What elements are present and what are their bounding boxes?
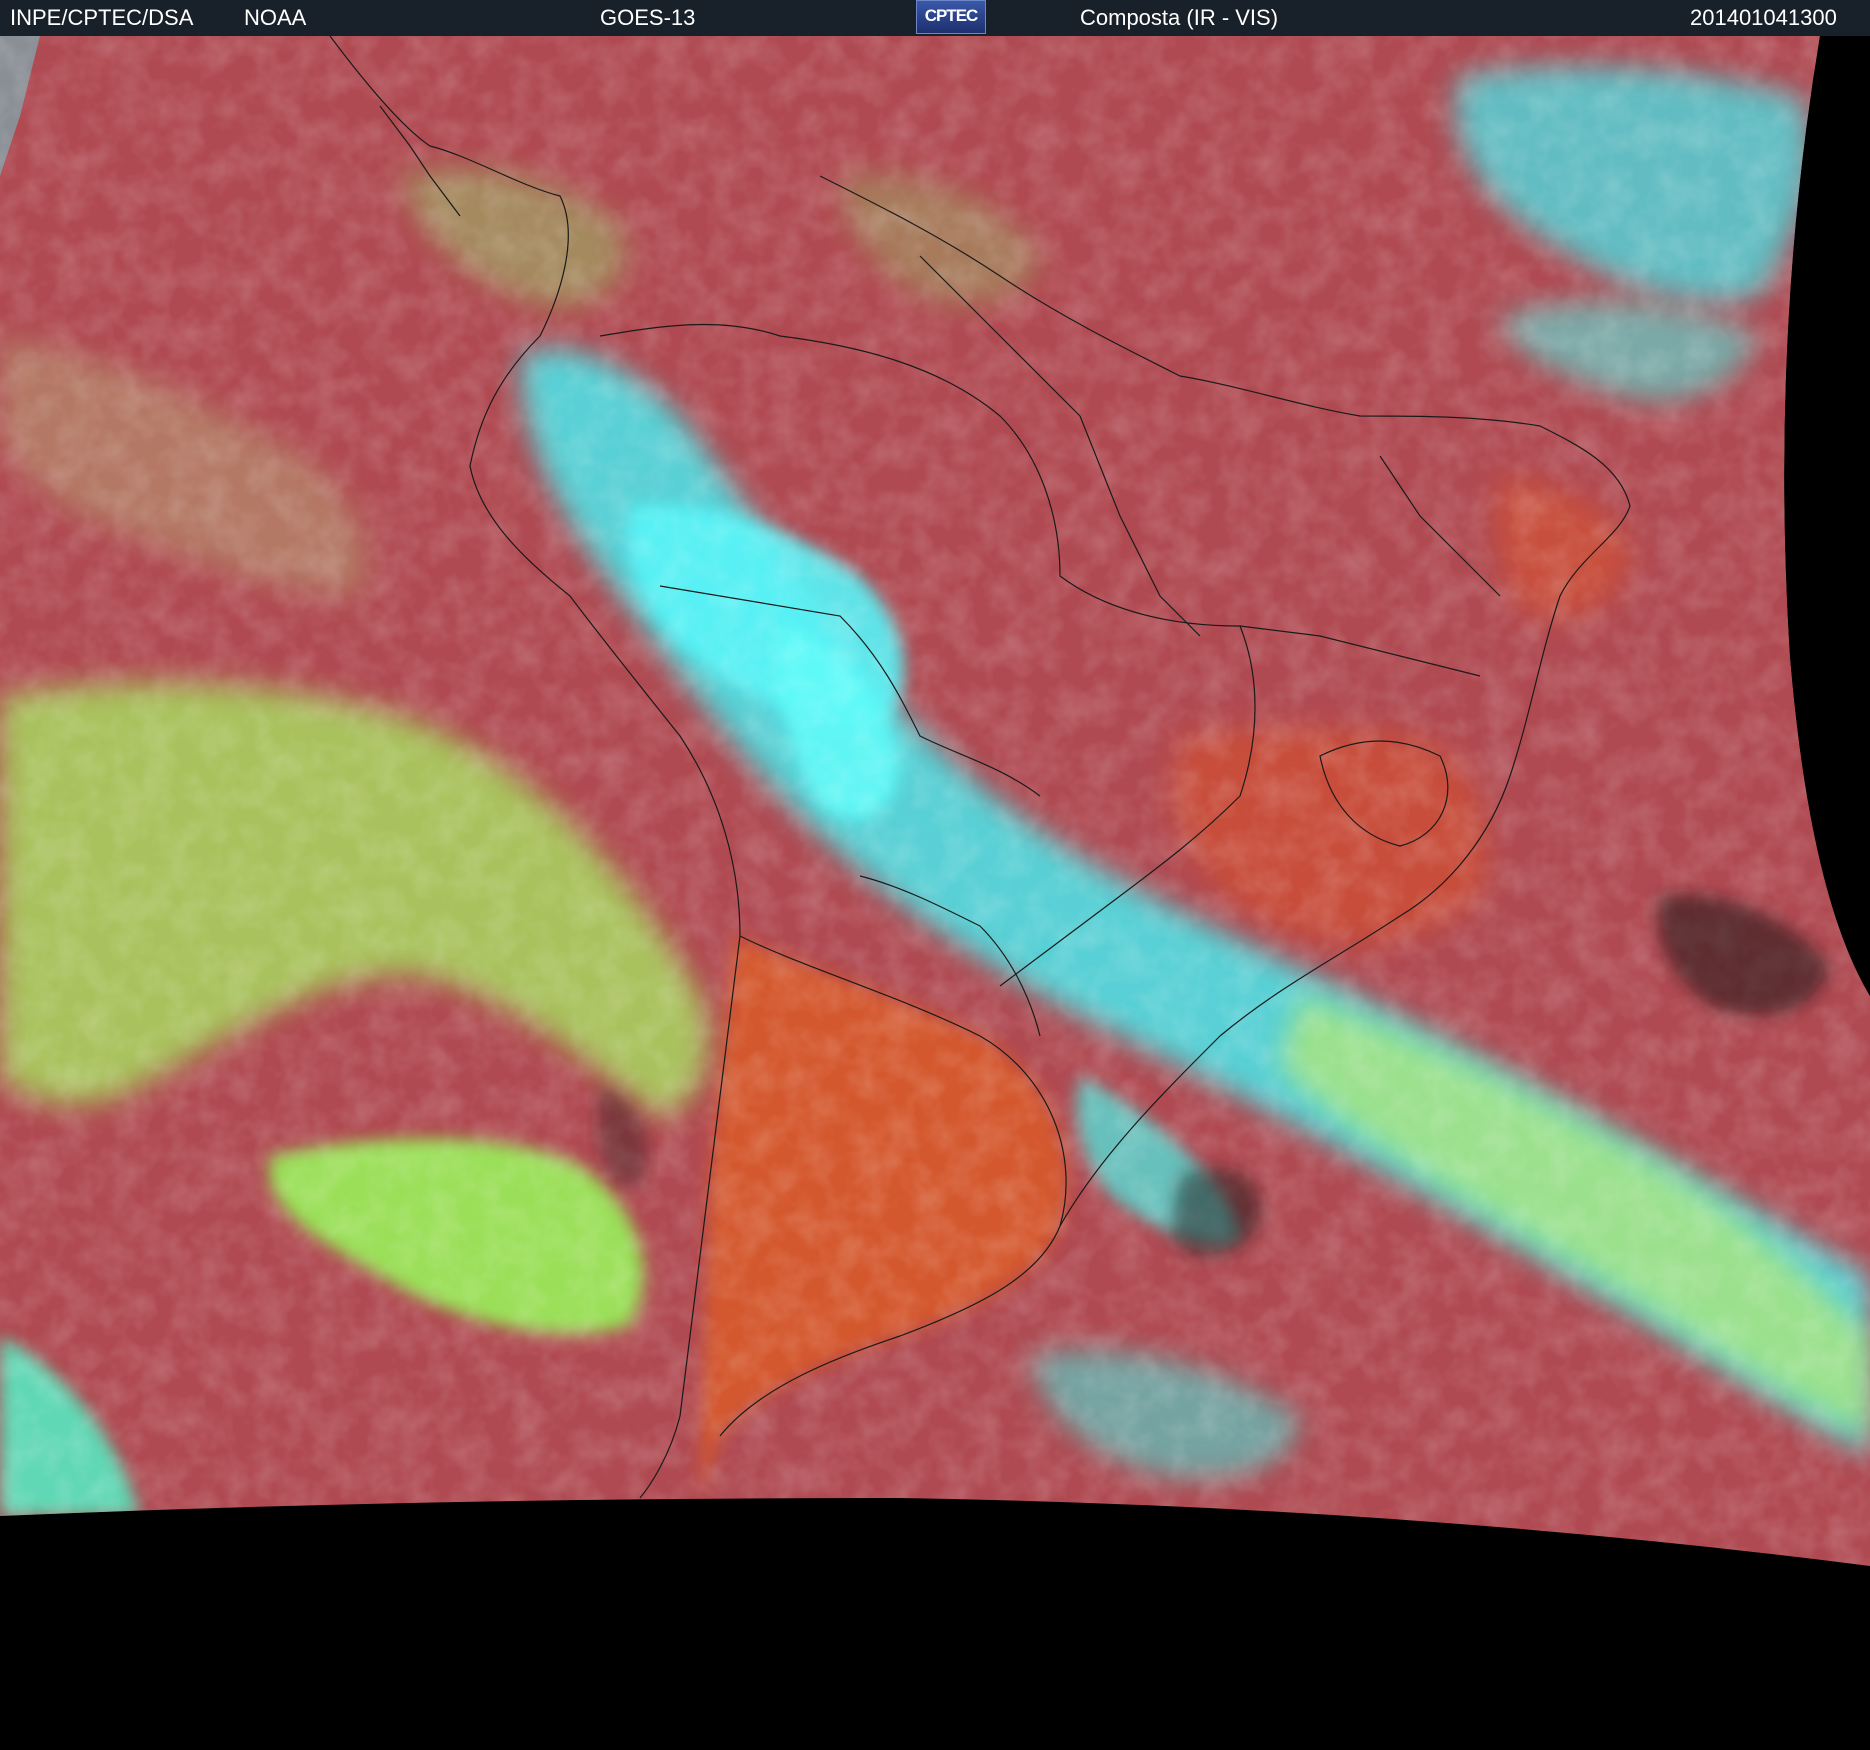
- satellite-composite-map: [0, 36, 1870, 1750]
- cloud-texture-overlay: [0, 36, 1870, 1566]
- timestamp-label: 201401041300: [1690, 5, 1837, 30]
- product-label: Composta (IR - VIS): [1080, 5, 1279, 30]
- agency-label: INPE/CPTEC/DSA: [10, 5, 194, 30]
- satellite-label: GOES-13: [600, 5, 696, 30]
- cptec-logo: CPTEC: [916, 0, 986, 34]
- image-header-bar: INPE/CPTEC/DSA NOAA GOES-13 CPTEC Compos…: [0, 0, 1870, 36]
- source-label: NOAA: [244, 5, 307, 30]
